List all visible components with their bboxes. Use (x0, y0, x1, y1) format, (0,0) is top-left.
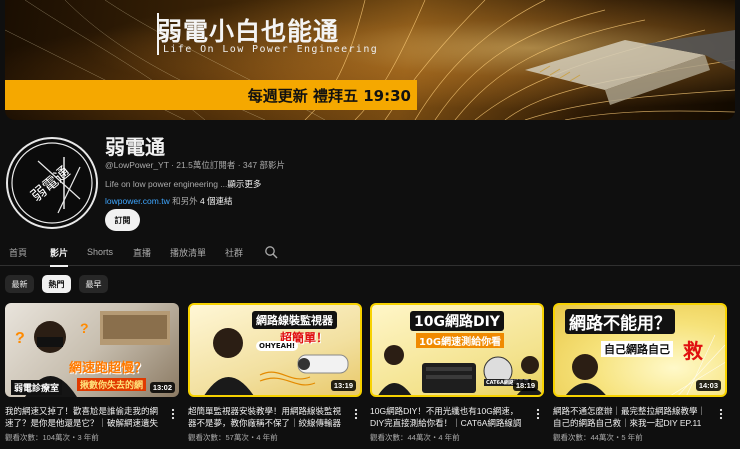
avatar-logo-icon: 弱電通 (11, 142, 93, 224)
banner-subtitle: Life On Low Power Engineering (163, 44, 379, 55)
channel-meta: @LowPower_YT · 21.5萬位訂閱者 · 347 部影片 (105, 160, 285, 170)
video-duration: 13:02 (149, 382, 175, 393)
chip-popular[interactable]: 熱門 (42, 275, 71, 293)
thumbnail-subcaption: 10G網速測給你看 (416, 333, 505, 348)
video-duration: 18:19 (512, 380, 538, 391)
video-card[interactable]: 網路線裝監視器 超簡單！ OHYEAH! 13:19 超簡單監視器安裝教學！用網… (188, 303, 362, 442)
thumbnail-emphasis: 救 (683, 339, 703, 363)
thumbnail-tag: 弱電診療室 (11, 380, 63, 395)
video-title[interactable]: 網路不通怎麼辦｜最完整拉網路線教學｜自己的網路自己救｜來我一起DIY EP.11… (553, 405, 713, 429)
channel-avatar[interactable]: 弱電通 (6, 137, 98, 229)
banner-title: 弱電小白也能通 (157, 17, 340, 46)
tab-community[interactable]: 社群 (225, 238, 243, 266)
channel-banner: 弱電小白也能通 Life On Low Power Engineering 每週… (5, 0, 735, 120)
video-meta: 觀看次數：104萬次・3 年前 (5, 433, 99, 442)
video-card[interactable]: 10G網路DIY 10G網速測給你看 CAT6A網路線教學 18:19 10G網… (370, 303, 544, 442)
video-card[interactable]: 網路不能用？ 自己網路自己 救 14:03 網路不通怎麼辦｜最完整拉網路線教學｜… (553, 303, 727, 442)
tab-live[interactable]: 直播 (133, 238, 151, 266)
chip-latest[interactable]: 最新 (5, 275, 34, 293)
channel-tabs: 首頁 影片 Shorts 直播 播放清單 社群 (0, 238, 740, 267)
more-options-icon[interactable] (717, 407, 725, 421)
thumbnail-subcaption: 揪數你失去的網 (77, 378, 147, 391)
channel-description[interactable]: Life on low power engineering ...顯示更多 (105, 178, 261, 190)
avatar-text: 弱電通 (27, 162, 73, 205)
video-meta: 觀看次數：57萬次・4 年前 (188, 433, 278, 442)
channel-links: lowpower.com.tw 和另外 4 個連結 (105, 195, 233, 207)
thumbnail-caption: 10G網路DIY (410, 311, 504, 331)
more-options-icon[interactable] (169, 407, 177, 421)
thumbnail-caption: 網路線裝監視器 (252, 311, 337, 329)
video-thumbnail[interactable]: 網路線裝監視器 超簡單！ OHYEAH! 13:19 (188, 303, 362, 397)
channel-name: 弱電通 (105, 135, 165, 159)
video-thumbnail[interactable]: 10G網路DIY 10G網速測給你看 CAT6A網路線教學 18:19 (370, 303, 544, 397)
svg-text:?: ? (80, 320, 89, 336)
tab-videos[interactable]: 影片 (50, 238, 69, 267)
video-title[interactable]: 10G網路DIY！不用光纖也有10G網速，DIY完直接測給你看！｜CAT6A網路… (370, 405, 530, 429)
thumbnail-caption: 網速跑超慢？ (69, 361, 148, 376)
rj45-connector-image (525, 30, 735, 105)
description-text: Life on low power engineering ... (105, 179, 228, 189)
thumbnail-tag: OHYEAH! (256, 341, 299, 351)
subscribe-button[interactable]: 訂閱 (105, 209, 140, 231)
more-links-link[interactable]: 4 個連結 (200, 196, 233, 206)
search-icon[interactable] (264, 245, 278, 259)
thumbnail-caption: 網路不能用？ (565, 309, 675, 334)
banner-schedule-text: 每週更新 禮拜五 19:30 (247, 87, 411, 105)
video-meta: 觀看次數：44萬次・5 年前 (553, 433, 643, 442)
video-title[interactable]: 超簡單監視器安裝教學！用網路線裝監視器不是夢，教你廠稱不保了｜絞線傳輸器接續｜.… (188, 405, 348, 429)
link-suffix: 和另外 (169, 196, 200, 206)
video-duration: 13:19 (330, 380, 356, 391)
show-more-link[interactable]: 顯示更多 (227, 179, 261, 189)
more-options-icon[interactable] (352, 407, 360, 421)
channel-website-link[interactable]: lowpower.com.tw (105, 196, 170, 206)
video-title[interactable]: 我的網速又掉了！歡喜尬是誰偷走我的網速了？是你是他還是它？｜破解網速遺失的秘..… (5, 405, 165, 429)
video-duration: 14:03 (695, 380, 721, 391)
svg-text:?: ? (15, 330, 25, 347)
banner-schedule-strip: 每週更新 禮拜五 19:30 (5, 80, 417, 110)
video-meta: 觀看次數：44萬次・4 年前 (370, 433, 460, 442)
tab-shorts[interactable]: Shorts (87, 238, 113, 266)
video-card[interactable]: ? ? 網速跑超慢？ 揪數你失去的網 弱電診療室 13:02 我的網速又掉了！歡… (5, 303, 179, 442)
video-thumbnail[interactable]: 網路不能用？ 自己網路自己 救 14:03 (553, 303, 727, 397)
chip-oldest[interactable]: 最早 (79, 275, 108, 293)
video-thumbnail[interactable]: ? ? 網速跑超慢？ 揪數你失去的網 弱電診療室 13:02 (5, 303, 179, 397)
more-options-icon[interactable] (534, 407, 542, 421)
thumbnail-subcaption: 自己網路自己 (601, 341, 673, 357)
tab-playlists[interactable]: 播放清單 (170, 238, 206, 266)
tab-home[interactable]: 首頁 (9, 238, 27, 266)
